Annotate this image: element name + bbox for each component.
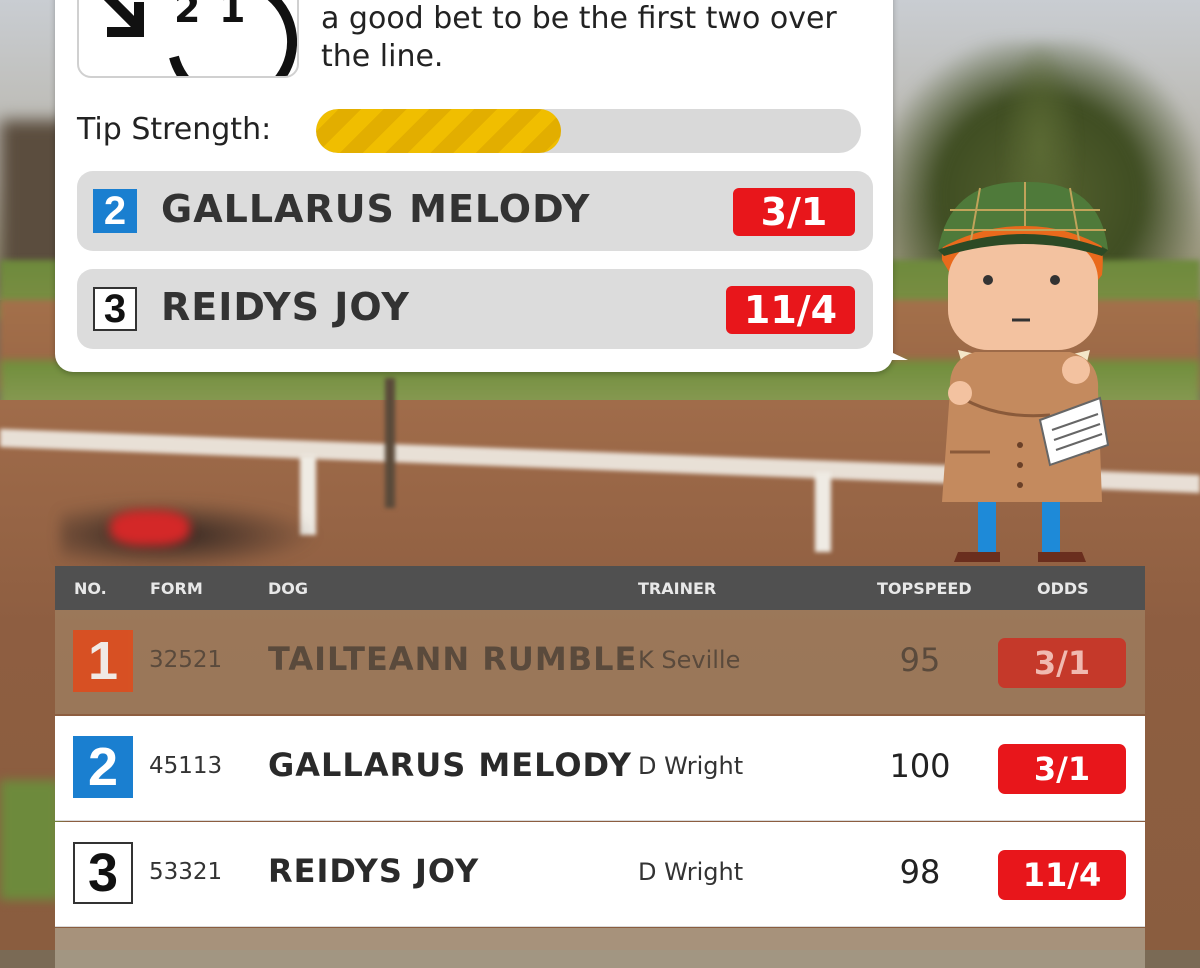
table-row[interactable]: 1 32521 TAILTEANN RUMBLE K Seville 95 3/…: [55, 610, 1145, 714]
tip-bubble: 2 1 a good bet to be the first two over …: [55, 0, 893, 372]
bubble-tail: [878, 346, 908, 360]
header-dog: DOG: [268, 579, 309, 598]
form-cell: 45113: [149, 753, 223, 779]
header-trainer: TRAINER: [638, 579, 717, 598]
tip-dog-name: REIDYS JOY: [161, 285, 410, 329]
tip-dog-name: GALLARUS MELODY: [161, 187, 591, 231]
header-no: NO.: [74, 579, 107, 598]
trap-number: 3: [73, 842, 133, 904]
race-card-table: NO. FORM DOG TRAINER TOPSPEED ODDS 1 325…: [55, 566, 1145, 968]
header-form: FORM: [150, 579, 203, 598]
svg-text:2: 2: [174, 0, 200, 31]
topspeed-cell: 95: [899, 641, 941, 679]
trainer-cell: K Seville: [638, 646, 741, 674]
trap-number: 1: [73, 630, 133, 692]
header-topspeed: TOPSPEED: [877, 579, 972, 598]
table-row-partial: [55, 928, 1145, 968]
tip-strength-fill: [316, 109, 562, 153]
tip-odds[interactable]: 11/4: [726, 286, 855, 334]
topspeed-cell: 100: [889, 747, 951, 785]
svg-text:1: 1: [219, 0, 245, 31]
tip-row[interactable]: 3 REIDYS JOY 11/4: [77, 269, 873, 349]
forecast-icon: 2 1: [77, 0, 299, 78]
table-header: NO. FORM DOG TRAINER TOPSPEED ODDS: [55, 566, 1145, 610]
trap-number: 2: [73, 736, 133, 798]
form-cell: 53321: [149, 859, 223, 885]
odds-button[interactable]: 3/1: [998, 744, 1126, 794]
dog-name-cell: TAILTEANN RUMBLE: [268, 640, 638, 678]
form-cell: 32521: [149, 647, 223, 673]
trainer-cell: D Wright: [638, 752, 744, 780]
tipster-character-icon: [930, 180, 1120, 570]
tip-row[interactable]: 2 GALLARUS MELODY 3/1: [77, 171, 873, 251]
table-row[interactable]: 3 53321 REIDYS JOY D Wright 98 11/4: [55, 822, 1145, 927]
dog-name-cell: REIDYS JOY: [268, 852, 480, 890]
topspeed-cell: 98: [899, 853, 941, 891]
header-odds: ODDS: [1037, 579, 1089, 598]
dog-name-cell: GALLARUS MELODY: [268, 746, 632, 784]
trap-number: 2: [93, 189, 137, 233]
odds-button[interactable]: 3/1: [998, 638, 1126, 688]
trainer-cell: D Wright: [638, 858, 744, 886]
tip-strength-label: Tip Strength:: [77, 112, 272, 147]
odds-button[interactable]: 11/4: [998, 850, 1126, 900]
trap-number: 3: [93, 287, 137, 331]
tip-description: a good bet to be the first two over the …: [321, 1, 837, 74]
table-row[interactable]: 2 45113 GALLARUS MELODY D Wright 100 3/1: [55, 716, 1145, 821]
tip-strength-bar: [316, 109, 861, 153]
tip-odds[interactable]: 3/1: [733, 188, 855, 236]
